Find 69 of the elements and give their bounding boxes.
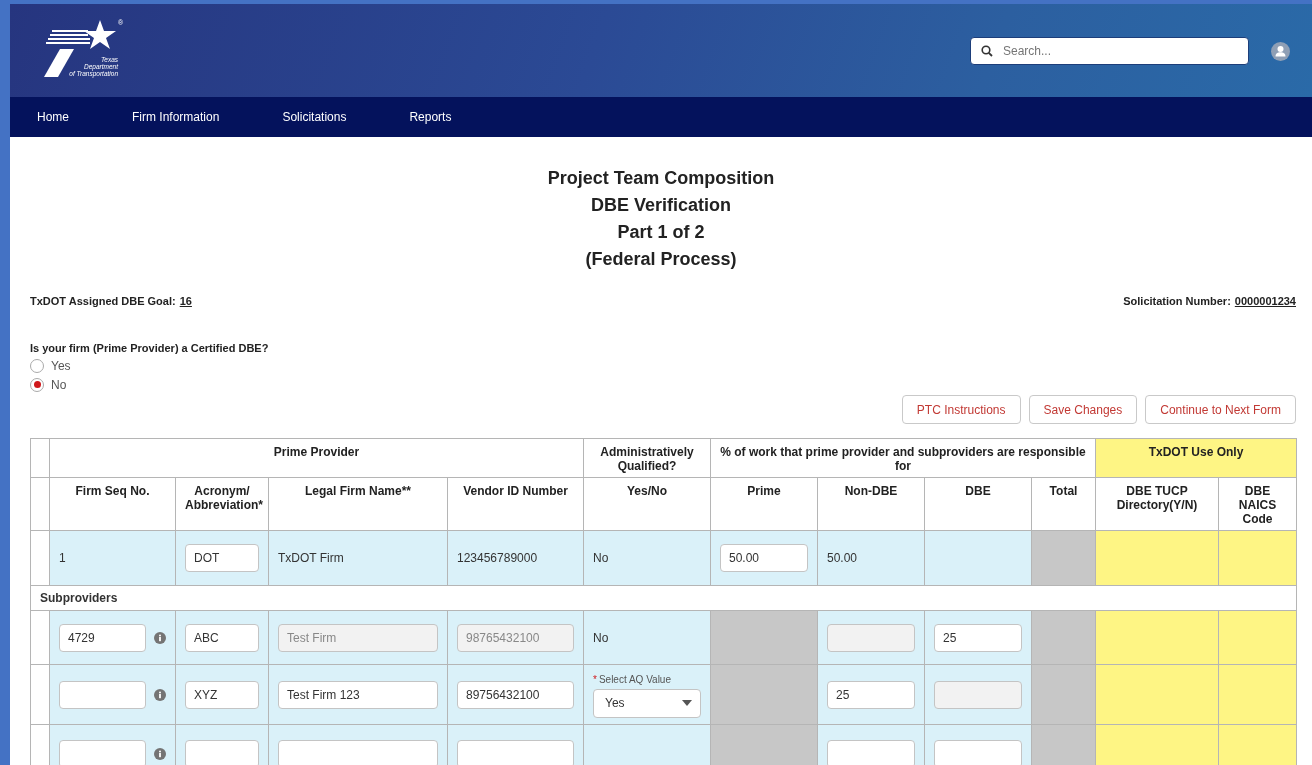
table-cell: 50.00: [827, 551, 858, 565]
input-field[interactable]: Test Firm 123: [278, 680, 438, 709]
search-field[interactable]: Search...: [970, 37, 1249, 65]
nav-link[interactable]: Home: [37, 108, 69, 126]
nav-link[interactable]: Firm Information: [132, 108, 220, 126]
caret-icon: [682, 700, 692, 706]
column-header: Prime: [710, 477, 818, 531]
table-cell: 123456789000: [457, 551, 538, 565]
column-header: Vendor ID Number: [447, 477, 584, 531]
question-label: Is your firm (Prime Provider) a Certified DBE?: [29, 340, 270, 356]
radio-label: No: [51, 376, 67, 394]
input-field[interactable]: [59, 739, 146, 765]
search-icon: [981, 45, 993, 57]
action-button[interactable]: PTC Instructions: [901, 395, 1021, 424]
input-field[interactable]: ABC: [185, 623, 259, 652]
page-title: Part 1 of 2: [616, 221, 706, 244]
column-header: Non-DBE: [817, 477, 925, 531]
input-field[interactable]: XYZ: [185, 680, 259, 709]
column-header: Total: [1031, 477, 1096, 531]
input-field[interactable]: 50.00: [720, 544, 808, 572]
input-field[interactable]: [457, 739, 574, 765]
table-cell: No: [593, 630, 609, 645]
radio-button[interactable]: [30, 377, 44, 392]
input-field[interactable]: [59, 680, 146, 709]
input-field[interactable]: 25: [827, 680, 915, 709]
info-icon[interactable]: [154, 747, 166, 760]
page-title: (Federal Process): [584, 248, 738, 271]
column-header: Legal Firm Name**: [268, 477, 448, 531]
table-cell: No: [593, 551, 609, 565]
radio-button[interactable]: [30, 358, 44, 373]
goal-label: TxDOT Assigned DBE Goal:: [30, 294, 176, 309]
input-field[interactable]: [278, 739, 438, 765]
section-label: Subproviders: [40, 591, 118, 605]
column-group-header: TxDOT Use Only: [1095, 438, 1297, 478]
nav-link[interactable]: Solicitations: [282, 108, 347, 126]
action-button[interactable]: Save Changes: [1028, 395, 1138, 424]
info-icon[interactable]: [154, 631, 166, 644]
input-field[interactable]: [827, 739, 915, 765]
column-header: DBE TUCP Directory(Y/N): [1095, 477, 1219, 531]
column-header: DBE: [924, 477, 1032, 531]
input-field[interactable]: 89756432100: [457, 680, 574, 709]
input-field[interactable]: DOT: [185, 544, 259, 572]
nav-link[interactable]: Reports: [409, 108, 452, 126]
column-header: Firm Seq No.: [49, 477, 176, 531]
solicitation-label: Solicitation Number:: [1123, 294, 1231, 309]
aq-select[interactable]: Yes: [593, 688, 701, 718]
user-avatar-icon[interactable]: [1271, 42, 1290, 61]
table-cell: 1: [59, 551, 66, 565]
input-field[interactable]: [185, 739, 259, 765]
goal-value: 16: [179, 294, 192, 309]
column-group-header: % of work that prime provider and subproviders are responsible for: [710, 438, 1096, 478]
column-group-header: Administratively Qualified?: [583, 438, 711, 478]
input-field[interactable]: 4729: [59, 623, 146, 652]
table-cell: TxDOT Firm: [278, 551, 344, 565]
column-header: Yes/No: [583, 477, 711, 531]
page-title: DBE Verification: [589, 194, 732, 217]
input-field: Test Firm: [278, 623, 438, 652]
action-button[interactable]: Continue to Next Form: [1145, 395, 1296, 424]
solicitation-number: 0000001234: [1234, 294, 1296, 309]
column-group-header: Prime Provider: [49, 438, 584, 478]
select-label: * Select AQ Value: [593, 672, 672, 687]
page-title: Project Team Composition: [546, 167, 776, 190]
input-field[interactable]: 25: [934, 623, 1022, 652]
column-header: DBE NAICS Code: [1218, 477, 1297, 531]
radio-label: Yes: [51, 357, 71, 375]
input-field: 98765432100: [457, 623, 574, 652]
info-icon[interactable]: [154, 688, 166, 701]
column-header: Acronym/ Abbreviation*: [175, 477, 269, 531]
input-field[interactable]: [934, 739, 1022, 765]
